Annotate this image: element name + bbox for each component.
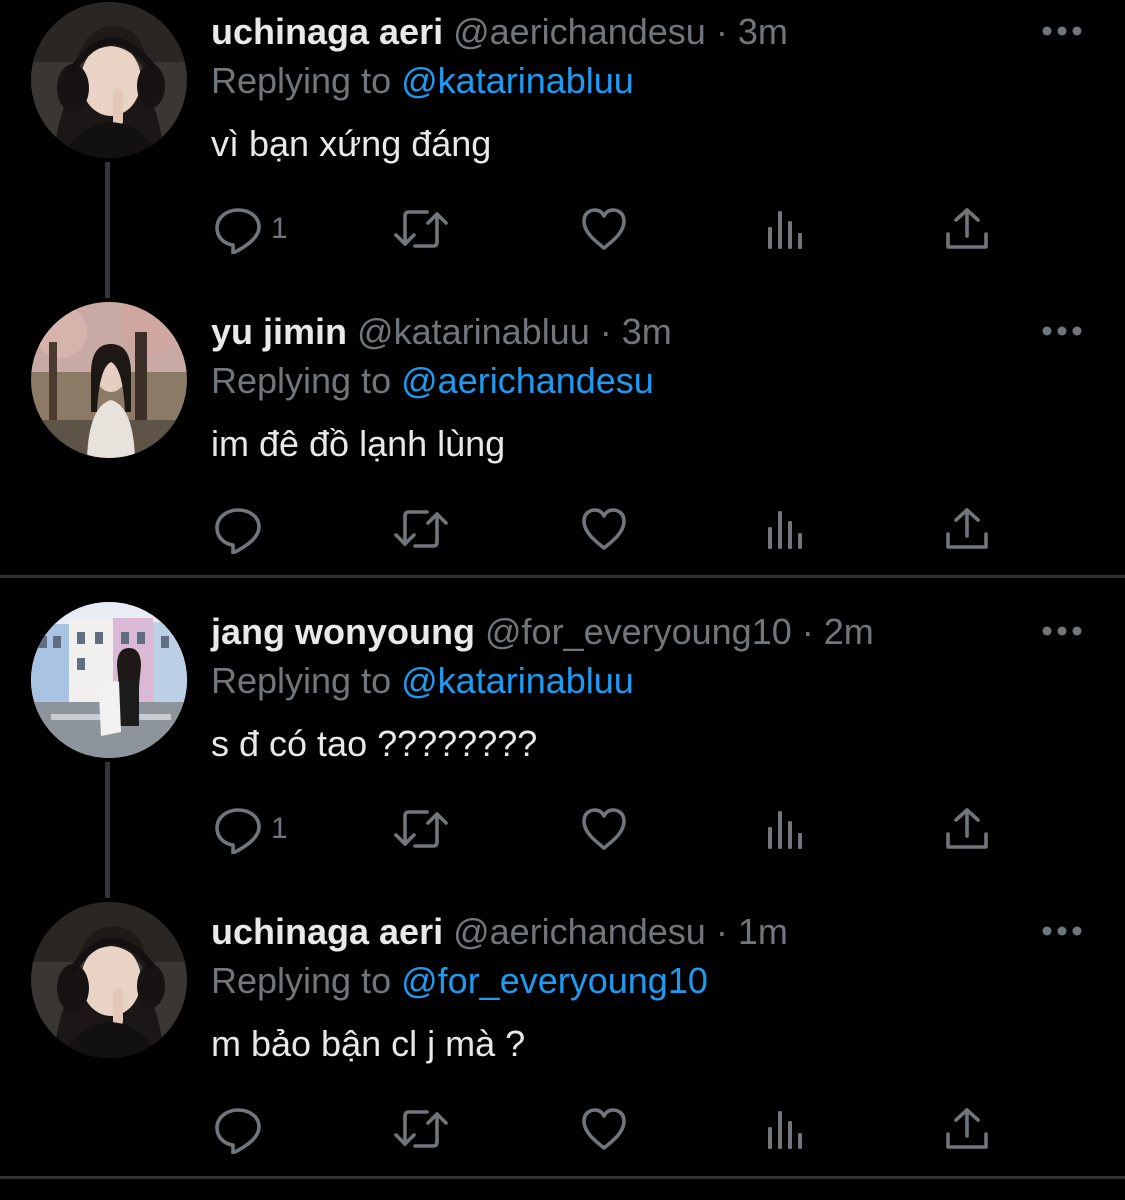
- more-button[interactable]: [1040, 18, 1084, 44]
- views-button[interactable]: [764, 204, 808, 254]
- share-button[interactable]: [944, 1104, 990, 1154]
- views-button[interactable]: [764, 504, 808, 554]
- retweet-button[interactable]: [393, 204, 449, 254]
- thread-line: [105, 162, 110, 298]
- tweet[interactable]: yu jimin @katarinabluu · 3m Replying to …: [0, 300, 1125, 600]
- display-name[interactable]: uchinaga aeri: [211, 911, 443, 952]
- more-icon: [1042, 926, 1082, 936]
- avatar[interactable]: [31, 602, 187, 758]
- display-name[interactable]: uchinaga aeri: [211, 11, 443, 52]
- share-button[interactable]: [944, 804, 990, 854]
- replying-to: Replying to @for_everyoung10: [211, 957, 708, 1005]
- separator-dot: ·: [715, 911, 728, 952]
- thread-line: [105, 762, 110, 898]
- more-icon: [1042, 26, 1082, 36]
- bottom-separator: [0, 1176, 1125, 1179]
- replying-to: Replying to @katarinabluu: [211, 57, 634, 105]
- reply-button[interactable]: [213, 504, 271, 554]
- timestamp[interactable]: 3m: [738, 11, 788, 52]
- avatar[interactable]: [31, 302, 187, 458]
- display-name[interactable]: yu jimin: [211, 311, 347, 352]
- replying-to-label: Replying to: [211, 360, 392, 401]
- views-icon: [768, 211, 802, 249]
- views-icon: [768, 511, 802, 549]
- like-button[interactable]: [580, 804, 628, 854]
- reply-icon: [215, 808, 261, 854]
- more-icon: [1042, 326, 1082, 336]
- retweet-icon: [394, 210, 448, 248]
- more-button[interactable]: [1040, 918, 1084, 944]
- views-icon: [768, 811, 802, 849]
- replying-to: Replying to @katarinabluu: [211, 657, 634, 705]
- share-icon: [946, 1108, 988, 1149]
- timestamp[interactable]: 2m: [824, 611, 874, 652]
- like-icon: [582, 208, 626, 250]
- retweet-icon: [394, 1110, 448, 1148]
- reply-button[interactable]: 1: [213, 204, 288, 254]
- tweet[interactable]: jang wonyoung @for_everyoung10 · 2m Repl…: [0, 600, 1125, 900]
- reply-icon: [215, 1108, 261, 1154]
- reply-icon: [215, 208, 261, 254]
- tweet-header: jang wonyoung @for_everyoung10 · 2m: [211, 608, 874, 656]
- retweet-button[interactable]: [393, 1104, 449, 1154]
- share-icon: [946, 808, 988, 849]
- reply-count: 1: [271, 812, 288, 845]
- reply-count: 1: [271, 212, 288, 245]
- like-icon: [582, 1108, 626, 1150]
- share-button[interactable]: [944, 504, 990, 554]
- tweet-text: vì bạn xứng đáng: [211, 123, 492, 164]
- display-name[interactable]: jang wonyoung: [211, 611, 475, 652]
- user-handle[interactable]: @aerichandesu: [453, 911, 706, 952]
- separator-dot: ·: [801, 611, 814, 652]
- tweet[interactable]: uchinaga aeri @aerichandesu · 3m Replyin…: [0, 0, 1125, 300]
- more-button[interactable]: [1040, 618, 1084, 644]
- tweet-header: yu jimin @katarinabluu · 3m: [211, 308, 672, 356]
- thread-separator: [0, 575, 1125, 578]
- retweet-button[interactable]: [393, 804, 449, 854]
- separator-dot: ·: [715, 11, 728, 52]
- mention-link[interactable]: @for_everyoung10: [401, 960, 708, 1001]
- tweet-text: s đ có tao ????????: [211, 723, 538, 764]
- reply-button[interactable]: 1: [213, 804, 288, 854]
- replying-to-label: Replying to: [211, 60, 392, 101]
- timestamp[interactable]: 3m: [622, 311, 672, 352]
- share-icon: [946, 508, 988, 549]
- mention-link[interactable]: @katarinabluu: [401, 60, 634, 101]
- replying-to: Replying to @aerichandesu: [211, 357, 654, 405]
- tweet-header: uchinaga aeri @aerichandesu · 3m: [211, 8, 788, 56]
- retweet-icon: [394, 510, 448, 548]
- like-icon: [582, 808, 626, 850]
- timestamp[interactable]: 1m: [738, 911, 788, 952]
- more-button[interactable]: [1040, 318, 1084, 344]
- tweet[interactable]: uchinaga aeri @aerichandesu · 1m Replyin…: [0, 900, 1125, 1200]
- avatar[interactable]: [31, 2, 187, 158]
- reply-icon: [215, 508, 261, 554]
- share-icon: [946, 208, 988, 249]
- tweet-text: m bảo bận cl j mà ?: [211, 1023, 526, 1064]
- user-handle[interactable]: @aerichandesu: [453, 11, 706, 52]
- replying-to-label: Replying to: [211, 660, 392, 701]
- reply-button[interactable]: [213, 1104, 271, 1154]
- user-handle[interactable]: @katarinabluu: [357, 311, 590, 352]
- mention-link[interactable]: @katarinabluu: [401, 660, 634, 701]
- views-icon: [768, 1111, 802, 1149]
- separator-dot: ·: [599, 311, 612, 352]
- mention-link[interactable]: @aerichandesu: [401, 360, 654, 401]
- like-button[interactable]: [580, 504, 628, 554]
- avatar[interactable]: [31, 902, 187, 1058]
- views-button[interactable]: [764, 1104, 808, 1154]
- like-icon: [582, 508, 626, 550]
- replying-to-label: Replying to: [211, 960, 392, 1001]
- user-handle[interactable]: @for_everyoung10: [485, 611, 792, 652]
- like-button[interactable]: [580, 1104, 628, 1154]
- like-button[interactable]: [580, 204, 628, 254]
- share-button[interactable]: [944, 204, 990, 254]
- views-button[interactable]: [764, 804, 808, 854]
- tweet-text: im đê đồ lạnh lùng: [211, 423, 506, 464]
- more-icon: [1042, 626, 1082, 636]
- retweet-button[interactable]: [393, 504, 449, 554]
- retweet-icon: [394, 810, 448, 848]
- tweet-header: uchinaga aeri @aerichandesu · 1m: [211, 908, 788, 956]
